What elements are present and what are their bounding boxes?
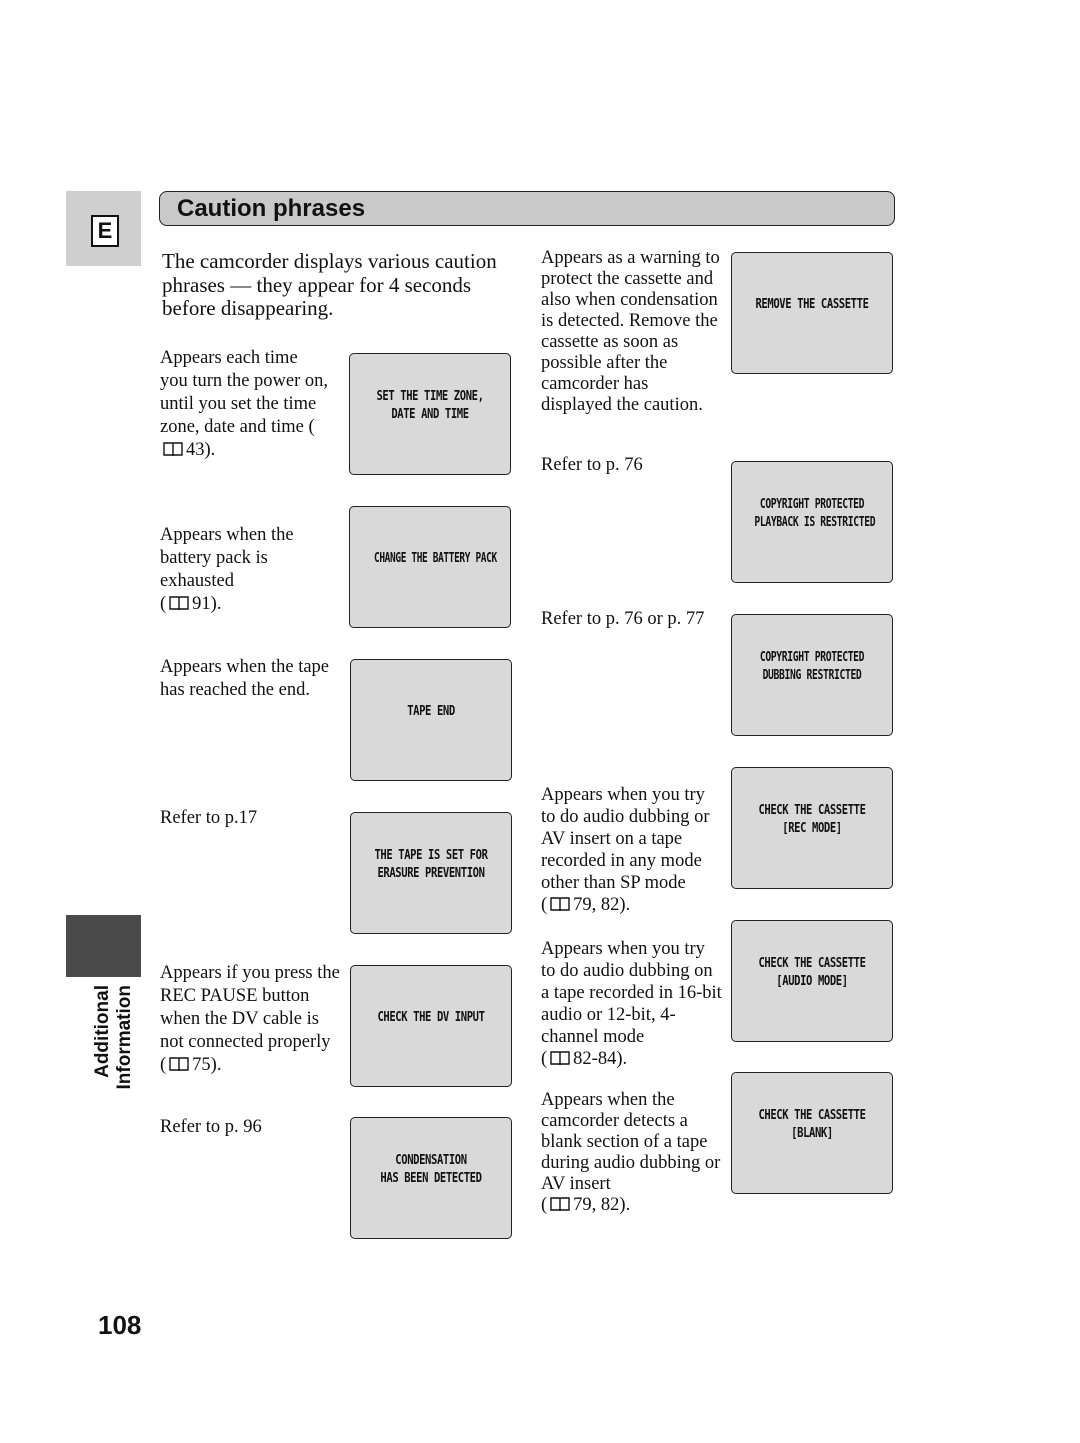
caution-message: CHECK THE CASSETTE [BLANK] xyxy=(758,1107,866,1141)
caution-description: Appears each time you turn the power on,… xyxy=(160,347,330,462)
section-tab: E xyxy=(66,191,141,266)
description-text: Refer to p. 76 xyxy=(541,455,643,475)
book-icon xyxy=(550,897,570,911)
caution-message: SET THE TIME ZONE, DATE AND TIME xyxy=(376,388,484,422)
caution-screen: THE TAPE IS SET FOR ERASURE PREVENTION xyxy=(350,812,512,934)
page-reference: 43). xyxy=(186,440,216,460)
caution-description: Appears if you press the REC PAUSE butto… xyxy=(160,962,340,1077)
caution-message: COPYRIGHT PROTECTED DUBBING RESTRICTED xyxy=(759,649,865,683)
description-text: Appears when you try to do audio dubbing… xyxy=(541,939,722,1069)
page-reference: 82-84). xyxy=(573,1049,628,1069)
book-icon xyxy=(550,1197,570,1211)
caution-description: Refer to p. 96 xyxy=(160,1116,330,1139)
caution-message: CHECK THE DV INPUT xyxy=(377,1009,485,1025)
caution-screen: REMOVE THE CASSETTE xyxy=(731,252,893,374)
page-reference: 79, 82). xyxy=(573,895,631,915)
page-reference: 75). xyxy=(192,1055,222,1075)
description-text: Refer to p. 96 xyxy=(160,1117,262,1137)
intro-paragraph: The camcorder displays various caution p… xyxy=(162,249,497,320)
caution-description: Refer to p.17 xyxy=(160,807,330,830)
caution-screen: CHANGE THE BATTERY PACK xyxy=(349,506,511,628)
page-number: 108 xyxy=(98,1310,142,1340)
section-letter: E xyxy=(91,215,119,247)
caution-description: Appears when the battery pack is exhaust… xyxy=(160,501,330,616)
section-title: Caution phrases xyxy=(177,195,366,222)
chapter-label-line2: Information xyxy=(114,985,135,1090)
description-text: Refer to p. 76 or p. 77 xyxy=(541,609,705,629)
caution-screen: CONDENSATION HAS BEEN DETECTED xyxy=(350,1117,512,1239)
caution-message: CHANGE THE BATTERY PACK xyxy=(374,550,497,566)
description-text: Appears as a warning to protect the cass… xyxy=(541,248,720,415)
caution-message: CHECK THE CASSETTE [REC MODE] xyxy=(758,802,866,836)
chapter-marker xyxy=(66,915,141,977)
section-title-bar: Caution phrases xyxy=(159,191,895,226)
caution-description: Appears when you try to do audio dubbing… xyxy=(541,916,723,1070)
caution-message: CHECK THE CASSETTE [AUDIO MODE] xyxy=(758,955,866,989)
caution-description: Refer to p. 76 xyxy=(541,454,721,477)
description-text: Refer to p.17 xyxy=(160,808,258,828)
caution-screen: CHECK THE CASSETTE [REC MODE] xyxy=(731,767,893,889)
caution-description: Appears as a warning to protect the cass… xyxy=(541,248,721,416)
chapter-label-line1: Additional xyxy=(92,985,113,1078)
caution-screen: CHECK THE CASSETTE [BLANK] xyxy=(731,1072,893,1194)
caution-message: THE TAPE IS SET FOR ERASURE PREVENTION xyxy=(374,847,488,881)
caution-description: Appears when you try to do audio dubbing… xyxy=(541,762,723,916)
book-icon xyxy=(163,442,183,456)
caution-description: Appears when the camcorder detects a bla… xyxy=(541,1069,727,1216)
caution-screen: SET THE TIME ZONE, DATE AND TIME xyxy=(349,353,511,475)
caution-message: CONDENSATION HAS BEEN DETECTED xyxy=(380,1152,482,1186)
caution-description: Refer to p. 76 or p. 77 xyxy=(541,608,731,631)
chapter-label: Additional Information xyxy=(92,985,136,1100)
description-text: Appears when the tape has reached the en… xyxy=(160,657,330,700)
caution-message: TAPE END xyxy=(407,703,455,719)
page-reference: 79, 82). xyxy=(573,1195,631,1215)
caution-screen: CHECK THE DV INPUT xyxy=(350,965,512,1087)
caution-screen: COPYRIGHT PROTECTED PLAYBACK IS RESTRICT… xyxy=(731,461,893,583)
book-icon xyxy=(550,1051,570,1065)
caution-message: REMOVE THE CASSETTE xyxy=(755,296,869,312)
description-text: Appears each time you turn the power on,… xyxy=(160,348,329,437)
caution-screen: CHECK THE CASSETTE [AUDIO MODE] xyxy=(731,920,893,1042)
page-reference: 91). xyxy=(192,594,222,614)
caution-screen: TAPE END xyxy=(350,659,512,781)
caution-message: COPYRIGHT PROTECTED PLAYBACK IS RESTRICT… xyxy=(754,496,876,530)
book-icon xyxy=(169,596,189,610)
book-icon xyxy=(169,1057,189,1071)
caution-screen: COPYRIGHT PROTECTED DUBBING RESTRICTED xyxy=(731,614,893,736)
caution-description: Appears when the tape has reached the en… xyxy=(160,656,330,702)
